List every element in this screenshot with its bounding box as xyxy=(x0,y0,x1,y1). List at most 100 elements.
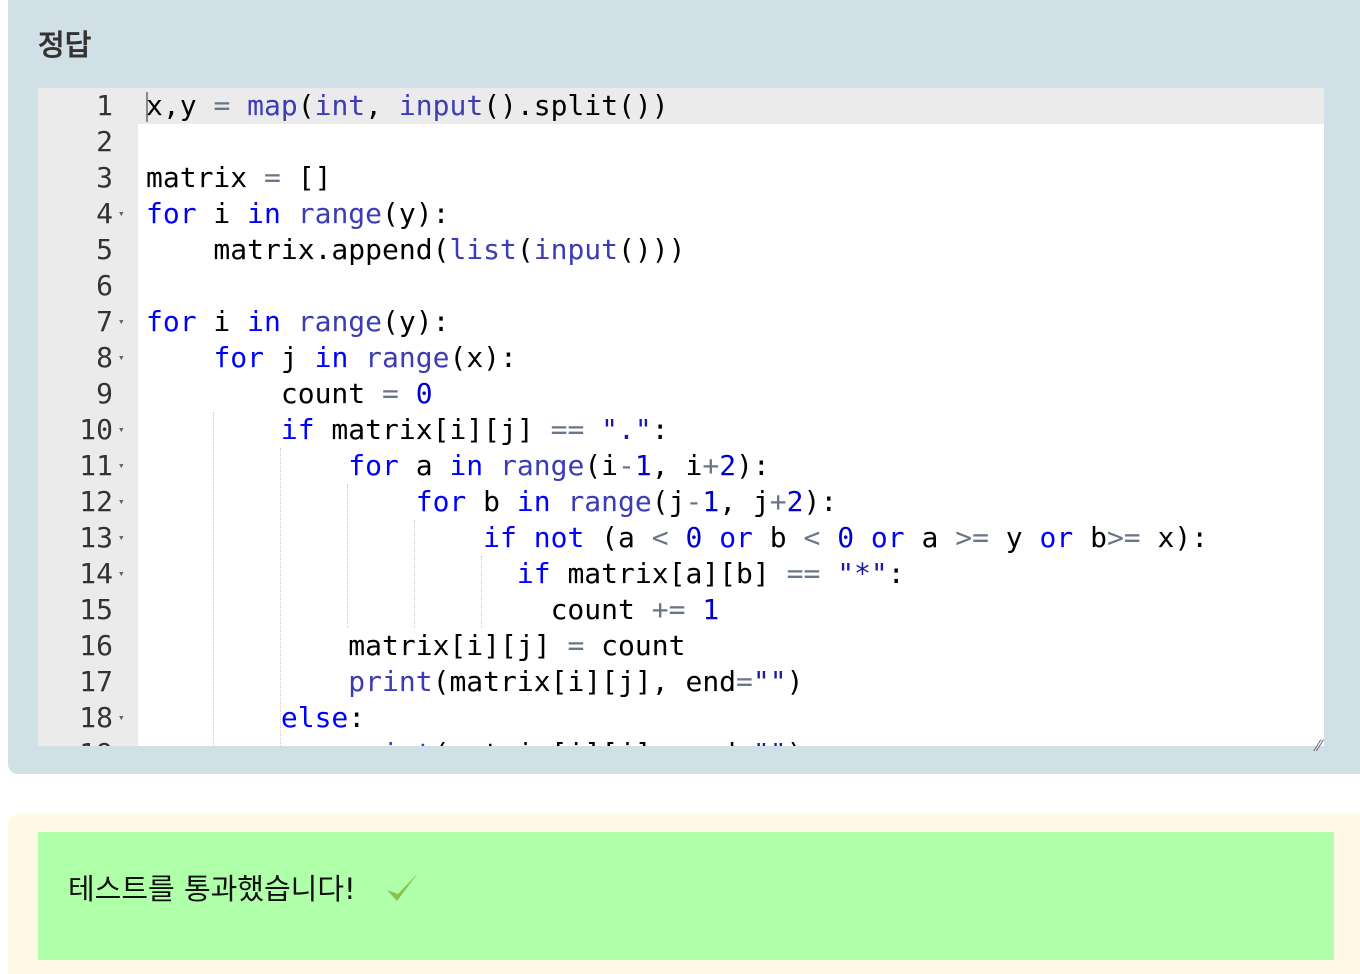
fold-arrow-icon[interactable]: ▾ xyxy=(118,520,125,556)
line-number: 17 xyxy=(79,665,113,698)
line-number: 14 xyxy=(79,557,113,590)
code-lines: 1 x,y = map(int, input().split()) 2 3 matrix… xyxy=(38,88,1324,746)
code-token: range xyxy=(297,197,383,230)
fold-arrow-icon[interactable]: ▾ xyxy=(118,412,125,448)
line-number: 10 xyxy=(79,413,113,446)
code-token: , j xyxy=(719,485,770,518)
code-token: (i xyxy=(584,449,619,482)
code-token: for xyxy=(146,197,197,230)
code-token: 1 xyxy=(702,485,720,518)
code-token: (y): xyxy=(382,305,450,338)
check-icon xyxy=(387,873,418,901)
code-line: 3 matrix = [] xyxy=(38,160,1324,196)
code-line: 19 print(matrix[i][j], end="") xyxy=(38,736,1324,746)
code-text: print(matrix[i][j], end="") xyxy=(146,736,803,746)
code-token: (matrix[i][j], end xyxy=(432,665,737,698)
code-line: 17 print(matrix[i][j], end="") xyxy=(38,664,1324,700)
code-token: for xyxy=(213,341,265,374)
line-number: 3 xyxy=(96,161,113,194)
fold-arrow-icon[interactable]: ▾ xyxy=(118,196,125,232)
code-token: matrix[i][j] xyxy=(314,413,551,446)
code-token: ): xyxy=(736,449,770,482)
line-number: 13 xyxy=(79,521,113,554)
code-token: : xyxy=(887,557,905,590)
line-number: 12 xyxy=(79,485,113,518)
line-number: 1 xyxy=(96,89,113,122)
code-text: matrix.append(list(input())) xyxy=(146,232,685,268)
code-token: for xyxy=(348,449,399,482)
code-line: 18 ▾ else: xyxy=(38,700,1324,736)
code-line: 2 xyxy=(38,124,1324,160)
code-token: list xyxy=(449,233,517,266)
code-editor[interactable]: 1 x,y = map(int, input().split()) 2 3 matrix… xyxy=(38,88,1324,746)
code-token: ): xyxy=(803,485,838,518)
code-text: if not (a < 0 or b < 0 or a >= y or b>= … xyxy=(146,520,1208,556)
code-text: else: xyxy=(146,700,365,736)
result-panel: 테스트를 통과했습니다! xyxy=(8,814,1360,974)
code-token: , i xyxy=(651,449,703,482)
fold-arrow-icon[interactable]: ▾ xyxy=(118,556,125,592)
panel-title: 정답 xyxy=(38,28,92,62)
code-token: print xyxy=(348,737,432,746)
code-token: in xyxy=(516,485,551,518)
code-token: == xyxy=(786,557,821,590)
code-token: ) xyxy=(786,665,804,698)
code-token: b xyxy=(752,521,804,554)
code-token: a xyxy=(904,521,956,554)
line-number: 16 xyxy=(79,629,113,662)
code-text: print(matrix[i][j], end="") xyxy=(146,664,803,700)
line-number: 15 xyxy=(79,593,113,626)
code-token: if xyxy=(516,557,551,590)
code-text: for j in range(x): xyxy=(146,340,517,376)
code-token: for xyxy=(415,485,467,518)
code-token: count xyxy=(146,593,652,626)
code-token: (a xyxy=(584,521,652,554)
code-token: = xyxy=(736,665,753,698)
code-line: 7 ▾ for i in range(y): xyxy=(38,304,1324,340)
code-token: for xyxy=(146,305,197,338)
code-token: else xyxy=(280,701,349,734)
code-token: (x): xyxy=(449,341,517,374)
code-token: matrix[i][j] xyxy=(146,629,568,662)
line-number: 5 xyxy=(96,233,113,266)
answer-panel: 정답 1 x,y = map(int, input().split()) 2 3 mat… xyxy=(8,0,1360,774)
fold-arrow-icon[interactable]: ▾ xyxy=(118,340,125,376)
code-token: i xyxy=(196,197,248,230)
code-token: = xyxy=(213,89,231,122)
code-text: if matrix[a][b] == "*": xyxy=(146,556,905,592)
code-token: = xyxy=(264,161,281,194)
code-token: i xyxy=(196,305,248,338)
code-text: for b in range(j-1, j+2): xyxy=(146,484,837,520)
fold-arrow-icon[interactable]: ▾ xyxy=(118,484,125,520)
code-token: count xyxy=(146,377,383,410)
code-line: 1 x,y = map(int, input().split()) xyxy=(38,88,1324,124)
code-text: if matrix[i][j] == ".": xyxy=(146,412,669,448)
code-token: - xyxy=(618,449,635,482)
code-line: 9 count = 0 xyxy=(38,376,1324,412)
line-number: 4 xyxy=(96,197,113,230)
code-line: 10 ▾ if matrix[i][j] == ".": xyxy=(38,412,1324,448)
code-token: range xyxy=(297,305,383,338)
code-token: map xyxy=(247,89,298,122)
code-token: j xyxy=(264,341,315,374)
fold-arrow-icon[interactable]: ▾ xyxy=(118,304,125,340)
code-token: 0 xyxy=(415,377,433,410)
code-token: == xyxy=(550,413,585,446)
fold-arrow-icon[interactable]: ▾ xyxy=(118,448,125,484)
resize-handle-icon[interactable]: ⁄⁄ xyxy=(1316,738,1332,754)
code-token: print xyxy=(348,665,433,698)
fold-arrow-icon[interactable]: ▾ xyxy=(118,700,125,736)
code-token: "*" xyxy=(837,557,888,590)
